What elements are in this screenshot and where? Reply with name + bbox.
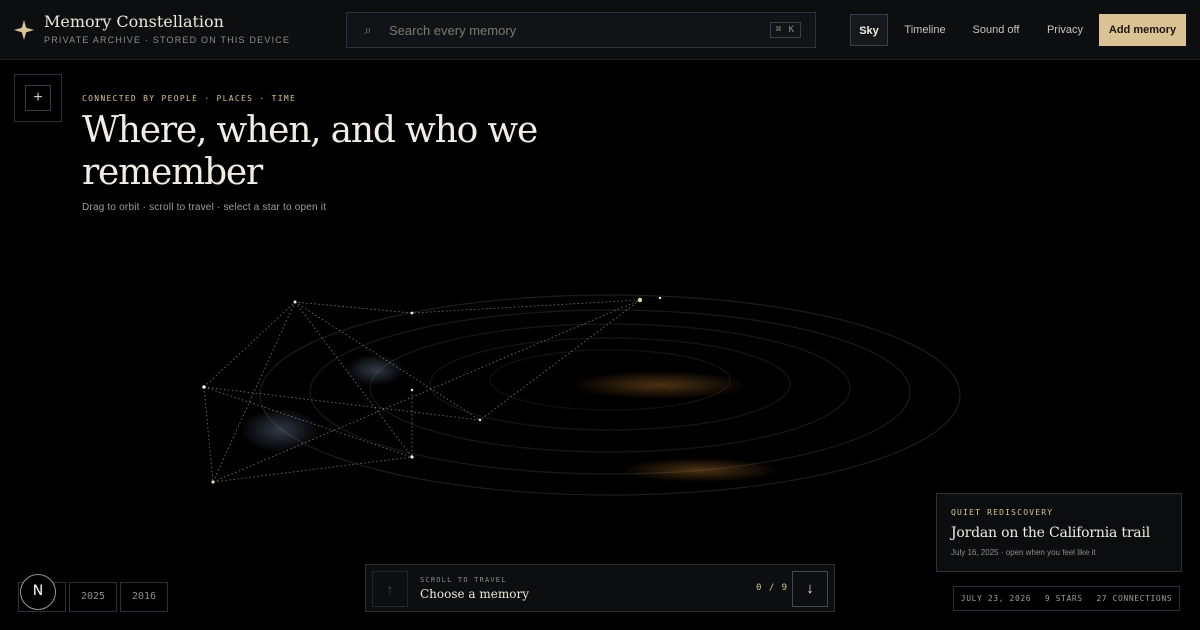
scroll-navigator: ↑ SCROLL TO TRAVEL Choose a memory 0 / 9… xyxy=(365,564,835,612)
expand-panel-button[interactable]: + xyxy=(14,74,62,122)
top-bar: Memory Constellation PRIVATE ARCHIVE · S… xyxy=(0,0,1200,60)
nebula-glow xyxy=(240,408,320,452)
card-title: Jordan on the California trail xyxy=(951,525,1151,541)
hero-hint: Drag to orbit · scroll to travel · selec… xyxy=(82,202,327,213)
scroll-label: SCROLL TO TRAVEL xyxy=(420,576,507,584)
memory-star[interactable] xyxy=(410,311,414,315)
memory-star[interactable] xyxy=(293,300,297,304)
plus-icon: + xyxy=(25,85,51,111)
connection-lines xyxy=(203,299,641,483)
status-stars: 9 STARS xyxy=(1044,594,1083,603)
constellation-canvas[interactable] xyxy=(180,280,980,520)
four-point-star-icon xyxy=(14,20,34,40)
memory-star[interactable] xyxy=(202,385,206,389)
nav-privacy-button[interactable]: Privacy xyxy=(1040,14,1090,46)
year-chip-2016[interactable]: 2016 xyxy=(120,582,168,612)
arrow-down-icon[interactable]: ↓ xyxy=(792,571,828,607)
memory-star[interactable] xyxy=(478,418,482,422)
memory-star[interactable] xyxy=(410,455,414,459)
year-chip-2025[interactable]: 2025 xyxy=(69,582,117,612)
rediscovery-card[interactable]: QUIET REDISCOVERY Jordan on the Californ… xyxy=(936,493,1182,572)
memory-star[interactable] xyxy=(211,480,215,484)
memory-counter: 0 / 9 xyxy=(756,583,789,593)
search-input[interactable] xyxy=(383,13,770,47)
card-eyebrow: QUIET REDISCOVERY xyxy=(951,508,1054,517)
nebula-glow xyxy=(345,354,405,386)
memory-star[interactable] xyxy=(658,296,662,300)
search-icon: ⌕ xyxy=(364,22,372,37)
n-logo[interactable]: N xyxy=(20,574,56,610)
hero-title: Where, when, and who we remember xyxy=(82,110,538,193)
search-bar[interactable]: ⌕ ⌘ K xyxy=(346,12,816,48)
status-connections: 27 CONNECTIONS xyxy=(1096,594,1173,603)
nav-timeline-button[interactable]: Timeline xyxy=(898,14,952,46)
nebula-glow xyxy=(620,458,780,482)
card-meta: July 16, 2025 · open when you feel like … xyxy=(951,548,1096,557)
arrow-up-icon[interactable]: ↑ xyxy=(372,571,408,607)
nebula-glow xyxy=(570,371,750,399)
app-subtitle: PRIVATE ARCHIVE · STORED ON THIS DEVICE xyxy=(44,35,291,45)
scroll-title: Choose a memory xyxy=(420,587,530,601)
app-title: Memory Constellation xyxy=(44,12,224,31)
add-memory-button[interactable]: Add memory xyxy=(1099,14,1186,46)
sound-toggle-button[interactable]: Sound off xyxy=(964,14,1028,46)
hero-eyebrow: CONNECTED BY PEOPLE · PLACES · TIME xyxy=(82,94,297,103)
search-shortcut: ⌘ K xyxy=(769,22,801,38)
status-bar: JULY 23, 2026 9 STARS 27 CONNECTIONS xyxy=(953,586,1180,611)
memory-star[interactable] xyxy=(410,388,414,392)
nav-sky-button[interactable]: Sky xyxy=(850,14,888,46)
status-date: JULY 23, 2026 xyxy=(960,594,1032,603)
memory-star[interactable] xyxy=(637,297,643,303)
